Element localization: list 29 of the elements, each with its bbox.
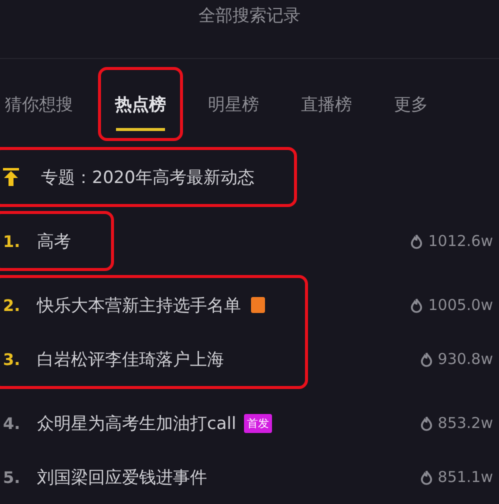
rank-number: 2. xyxy=(3,296,22,314)
rank-number: 4. xyxy=(3,414,22,432)
rank-number: 5. xyxy=(3,468,22,486)
topic-title[interactable]: 专题：2020年高考最新动态 xyxy=(41,166,254,188)
hot-topic-title[interactable]: 众明星为高考生加油打call xyxy=(37,412,236,434)
tab[interactable]: 更多 xyxy=(377,67,445,141)
flame-icon xyxy=(420,416,433,430)
hot-topic-title[interactable]: 快乐大本营新主持选手名单 xyxy=(37,294,241,316)
tab[interactable]: 明星榜 xyxy=(191,67,276,141)
heat-count: 1005.0w xyxy=(428,296,493,314)
heat-count: 853.2w xyxy=(438,414,493,432)
rank-number: 1. xyxy=(3,232,22,250)
heat-count: 851.1w xyxy=(438,468,493,486)
flame-icon xyxy=(420,470,433,484)
rank-number: 3. xyxy=(3,350,22,368)
heat-count: 930.8w xyxy=(438,350,493,368)
flame-icon xyxy=(420,352,433,366)
pin-top-icon xyxy=(3,168,19,186)
heat-count: 1012.6w xyxy=(428,232,493,250)
tab[interactable]: 直播榜 xyxy=(284,67,369,141)
flame-icon xyxy=(410,298,424,312)
hot-topic-title[interactable]: 高考 xyxy=(37,230,71,252)
tab[interactable]: 猜你想搜 xyxy=(0,67,90,141)
hot-topic-title[interactable]: 白岩松评李佳琦落户上海 xyxy=(37,348,224,370)
hot-topic-title[interactable]: 刘国梁回应爱钱进事件 xyxy=(37,466,207,488)
tab[interactable]: 热点榜 xyxy=(98,67,183,141)
flame-icon xyxy=(410,234,424,248)
search-history-title[interactable]: 全部搜索记录 xyxy=(198,4,300,28)
first-release-badge: 首发 xyxy=(244,414,272,432)
